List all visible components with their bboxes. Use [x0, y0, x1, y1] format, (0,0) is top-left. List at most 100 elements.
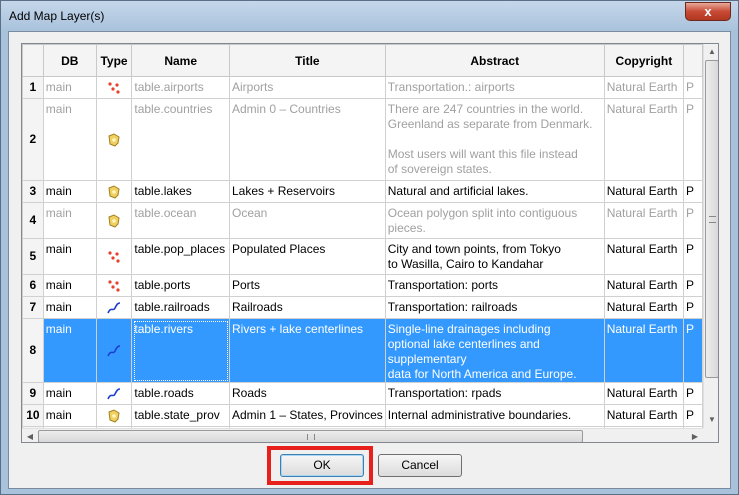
cell-name[interactable]: table.countries [131, 98, 230, 181]
cell-name[interactable]: table.lakes [131, 180, 230, 203]
row-header[interactable]: 6 [22, 274, 44, 297]
cell-copyright[interactable]: Natural Earth [603, 274, 685, 297]
cell-db[interactable]: main [42, 404, 97, 427]
cell-abstract[interactable]: There are 247 countries in the world. Gre… [384, 98, 605, 181]
cancel-button[interactable]: Cancel [378, 454, 462, 477]
cell-title[interactable]: Populated Places [229, 238, 386, 275]
cell-abstract[interactable]: Single-line drainages including optional … [384, 318, 605, 383]
cell-abstract[interactable]: Transportation: railroads [384, 296, 605, 319]
cell-title[interactable]: Airports [229, 76, 386, 99]
vertical-scrollbar[interactable]: ▲ ▼ [703, 44, 718, 428]
cell-db[interactable]: main [42, 382, 97, 405]
table-row[interactable]: 8 main table.rivers Rivers + lake centerlin… [22, 318, 703, 383]
cell-abstract[interactable]: Internal administrative boundaries. [384, 404, 605, 427]
table-row[interactable]: 7 main table.railroads Railroads Transportat… [22, 296, 703, 319]
row-header[interactable]: 1 [22, 76, 44, 99]
table-row[interactable]: 1 main table.airports Airports Transportatio… [22, 76, 703, 99]
cell-copyright[interactable]: Natural Earth [603, 382, 685, 405]
cell-name[interactable]: table.rivers [131, 318, 230, 383]
row-header[interactable]: 9 [22, 382, 44, 405]
cell-type[interactable] [95, 180, 133, 203]
cell-db[interactable]: main [42, 238, 97, 275]
cell-title[interactable]: Ports [229, 274, 386, 297]
cell-type[interactable] [95, 382, 133, 405]
scroll-right-icon[interactable]: ▶ [687, 429, 703, 442]
cell-title[interactable]: Ocean [229, 202, 386, 239]
cell-overflow[interactable]: P [683, 296, 703, 319]
cell-db[interactable]: main [42, 202, 97, 239]
cell-copyright[interactable]: Natural Earth [603, 98, 685, 181]
cell-title[interactable]: Admin 1 – States, Provinces [229, 404, 386, 427]
cell-copyright[interactable]: Natural Earth [603, 318, 685, 383]
cell-name[interactable]: table.airports [131, 76, 230, 99]
row-header[interactable]: 5 [22, 238, 44, 275]
row-header[interactable]: 10 [22, 404, 44, 427]
row-header[interactable]: 4 [22, 202, 44, 239]
cell-db[interactable]: main [42, 76, 97, 99]
cell-type[interactable] [95, 274, 133, 297]
cell-db[interactable]: main [42, 296, 97, 319]
row-header[interactable]: 2 [22, 98, 44, 181]
cell-overflow[interactable]: P [683, 274, 703, 297]
cell-abstract[interactable]: Ocean polygon split into contiguous piece… [384, 202, 605, 239]
table-row[interactable]: 6 main table.ports Ports Transportation: por… [22, 274, 703, 297]
cell-overflow[interactable]: P [683, 238, 703, 275]
cell-type[interactable] [95, 202, 133, 239]
cell-overflow[interactable]: P [683, 98, 703, 181]
cell-name[interactable]: table.state_prov [131, 404, 230, 427]
horizontal-scroll-thumb[interactable] [38, 430, 583, 442]
cell-title[interactable]: Lakes + Reservoirs [229, 180, 386, 203]
cell-type[interactable] [95, 296, 133, 319]
scroll-up-icon[interactable]: ▲ [704, 44, 718, 60]
column-header-db[interactable]: DB [42, 44, 97, 77]
cell-title[interactable]: Railroads [229, 296, 386, 319]
column-header-type[interactable]: Type [95, 44, 133, 77]
close-button[interactable]: x [685, 2, 731, 21]
column-header-copyright[interactable]: Copyright [603, 44, 685, 77]
table-row[interactable]: 2 main table.countries Admin 0 – Countries T… [22, 98, 703, 181]
column-header-overflow[interactable] [683, 44, 703, 77]
cell-overflow[interactable]: P [683, 180, 703, 203]
table-row[interactable]: 9 main table.roads Roads Transportation: rpa… [22, 382, 703, 405]
cell-abstract[interactable]: City and town points, from Tokyo to Wasil… [384, 238, 605, 275]
cell-db[interactable]: main [42, 98, 97, 181]
row-header[interactable]: 8 [22, 318, 44, 383]
cell-copyright[interactable]: Natural Earth [603, 76, 685, 99]
cell-name[interactable]: table.ocean [131, 202, 230, 239]
cell-title[interactable]: Roads [229, 382, 386, 405]
cell-type[interactable] [95, 98, 133, 181]
row-header[interactable]: 7 [22, 296, 44, 319]
cell-overflow[interactable]: P [683, 404, 703, 427]
table-row[interactable]: 5 main table.pop_places Populated Places Cit… [22, 238, 703, 275]
table-row[interactable]: 3 main table.lakes Lakes + Reservoirs Natura… [22, 180, 703, 203]
cell-name[interactable]: table.ports [131, 274, 230, 297]
cell-db[interactable]: main [42, 318, 97, 383]
cell-overflow[interactable]: P [683, 382, 703, 405]
cell-db[interactable]: main [42, 180, 97, 203]
cell-copyright[interactable]: Natural Earth [603, 296, 685, 319]
table-row[interactable]: 10 main table.state_prov Admin 1 – States, … [22, 404, 703, 427]
cell-title[interactable]: Admin 0 – Countries [229, 98, 386, 181]
cell-abstract[interactable]: Transportation: ports [384, 274, 605, 297]
column-header-abstract[interactable]: Abstract [384, 44, 605, 77]
vertical-scroll-thumb[interactable] [705, 60, 718, 378]
scroll-left-icon[interactable]: ◀ [22, 429, 38, 442]
cell-copyright[interactable]: Natural Earth [603, 202, 685, 239]
cell-abstract[interactable]: Transportation: rpads [384, 382, 605, 405]
cell-name[interactable]: table.railroads [131, 296, 230, 319]
cell-copyright[interactable]: Natural Earth [603, 404, 685, 427]
column-header-title[interactable]: Title [229, 44, 386, 77]
cell-type[interactable] [95, 238, 133, 275]
cell-copyright[interactable]: Natural Earth [603, 238, 685, 275]
cell-overflow[interactable]: P [683, 202, 703, 239]
row-header[interactable]: 3 [22, 180, 44, 203]
cell-overflow[interactable]: P [683, 318, 703, 383]
cell-type[interactable] [95, 318, 133, 383]
cell-name[interactable]: table.pop_places [131, 238, 230, 275]
scroll-down-icon[interactable]: ▼ [704, 412, 718, 428]
cell-db[interactable]: main [42, 274, 97, 297]
table-row[interactable]: 4 main table.ocean Ocean Ocean polygon split… [22, 202, 703, 239]
column-header-name[interactable]: Name [131, 44, 230, 77]
cell-type[interactable] [95, 404, 133, 427]
cell-copyright[interactable]: Natural Earth [603, 180, 685, 203]
